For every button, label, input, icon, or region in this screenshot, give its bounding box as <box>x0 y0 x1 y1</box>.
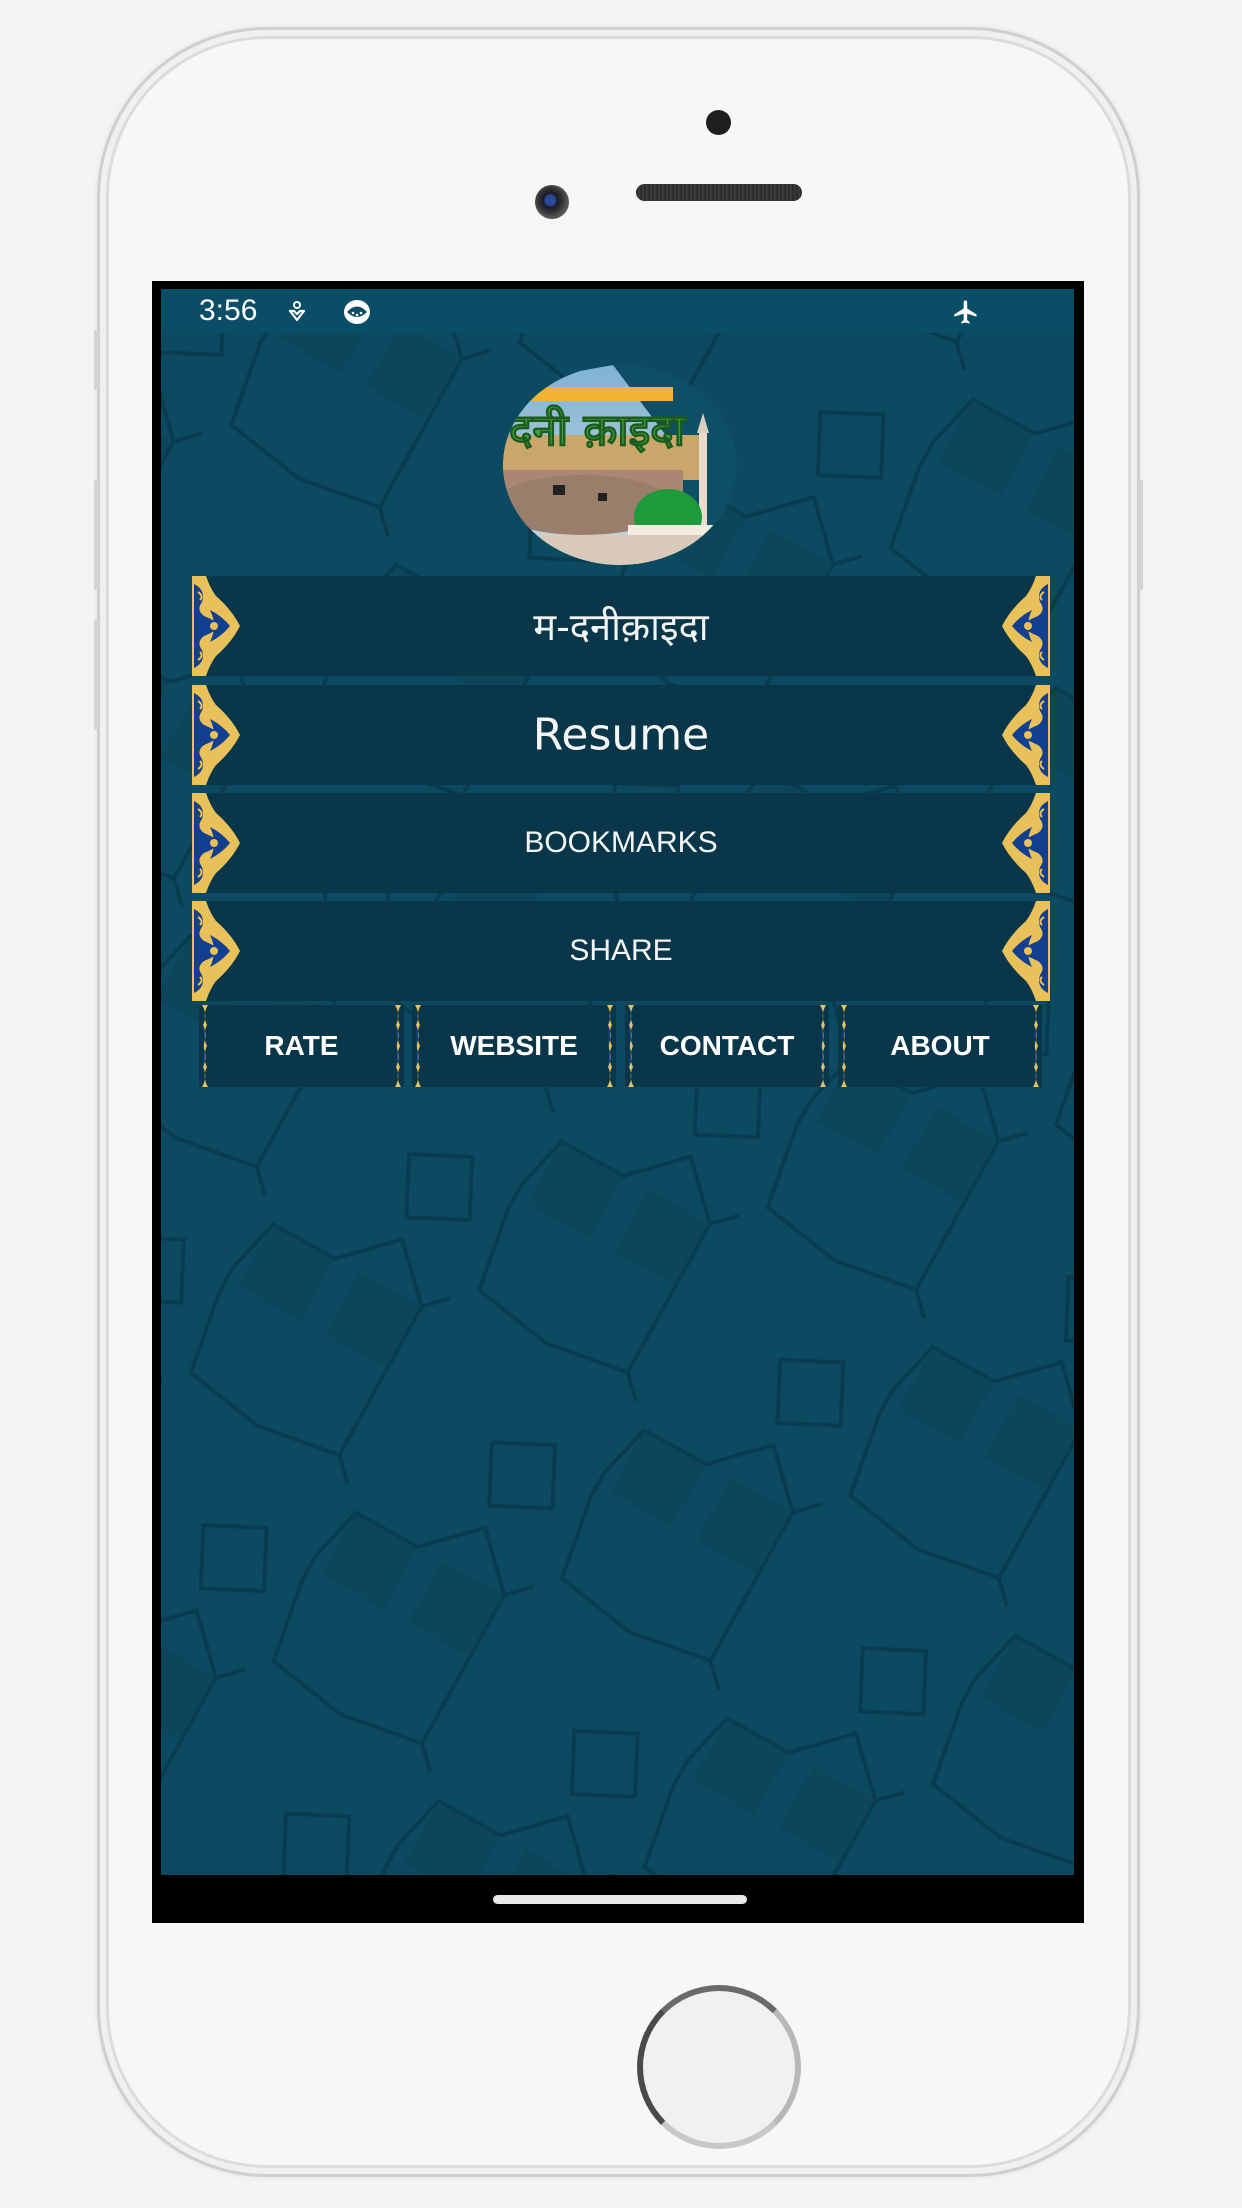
app-notification-icon <box>344 300 370 324</box>
website-label: WEBSITE <box>450 1030 578 1061</box>
power-button <box>1138 480 1143 590</box>
ornament-right-icon <box>1002 901 1050 1001</box>
system-navigation-bar <box>152 1875 1084 1923</box>
home-gesture-handle[interactable] <box>493 1895 747 1904</box>
app-logo: दनी क़ाइदा <box>503 365 737 565</box>
about-label: ABOUT <box>890 1030 990 1061</box>
share-label: SHARE <box>569 934 673 967</box>
menu-title-row[interactable]: म-दनीक़ाइदा <box>192 576 1050 676</box>
ornament-divider-icon <box>395 1005 401 1087</box>
bookmarks-label: BOOKMARKS <box>524 826 718 859</box>
status-time: 3:56 <box>199 294 258 327</box>
app-title: म-दनीक़ाइदा <box>533 605 709 649</box>
proximity-sensor <box>706 110 731 135</box>
website-button[interactable]: WEBSITE <box>412 1005 616 1087</box>
contact-button[interactable]: CONTACT <box>625 1005 829 1087</box>
bottom-action-bar: RATE WEBSITE CONTACT ABOUT <box>199 1005 1042 1087</box>
share-button[interactable]: SHARE <box>192 901 1050 1001</box>
ornament-divider-icon <box>607 1005 613 1087</box>
ornament-divider-icon <box>1033 1005 1039 1087</box>
earpiece-speaker <box>636 184 802 201</box>
airplane-mode-icon <box>954 300 977 324</box>
ornament-right-icon <box>1002 685 1050 785</box>
rate-button[interactable]: RATE <box>199 1005 404 1087</box>
bookmarks-button[interactable]: BOOKMARKS <box>192 793 1050 893</box>
volume-up-button <box>94 480 99 590</box>
logo-title: दनी क़ाइदा <box>508 404 687 456</box>
resume-button[interactable]: Resume <box>192 685 1050 785</box>
rate-label: RATE <box>264 1030 339 1061</box>
about-button[interactable]: ABOUT <box>838 1005 1042 1087</box>
ornament-right-icon <box>1002 576 1050 676</box>
resume-label: Resume <box>532 709 710 761</box>
app-screen: 3:56 दनी क़ाइदा म-दनीक़ाइदा Resume BOOKM… <box>161 289 1074 1875</box>
volume-down-button <box>94 620 99 730</box>
home-button[interactable] <box>637 1985 801 2149</box>
logo-artwork: दनी क़ाइदा <box>503 365 737 565</box>
status-bar: 3:56 <box>161 289 1074 333</box>
ornament-divider-icon <box>820 1005 826 1087</box>
ornament-right-icon <box>1002 793 1050 893</box>
download-notification-icon <box>288 301 306 322</box>
front-camera <box>535 185 569 219</box>
contact-label: CONTACT <box>659 1030 795 1061</box>
mute-switch <box>94 330 99 390</box>
